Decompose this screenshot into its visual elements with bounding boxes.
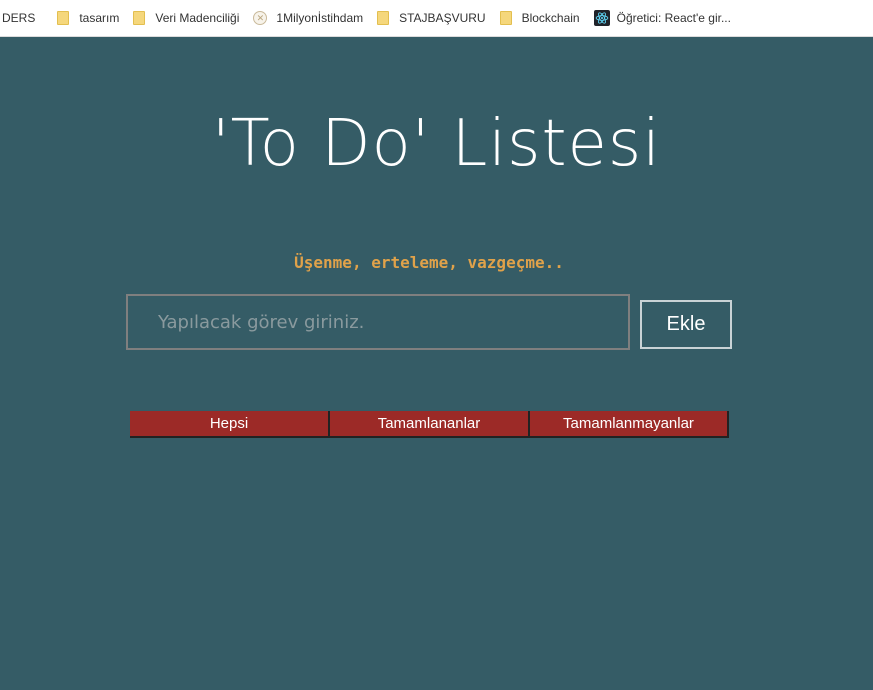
add-button[interactable]: Ekle (640, 300, 732, 349)
folder-icon (57, 11, 70, 25)
bookmark-blockchain[interactable]: Blockchain (494, 6, 586, 30)
filter-all-button[interactable]: Hepsi (130, 411, 330, 438)
bookmark-label: tasarım (79, 11, 120, 25)
site-icon: ✕ (253, 11, 268, 25)
page-title: 'To Do' Listesi (211, 107, 662, 181)
task-input[interactable] (126, 294, 630, 350)
motto-text: Üşenme, erteleme, vazgeçme.. (294, 253, 564, 272)
bookmark-ders[interactable]: DERS (0, 6, 41, 30)
bookmarks-bar: DERS tasarım Veri Madenciliği ✕ 1Milyonİ… (0, 0, 873, 37)
folder-icon (377, 11, 390, 25)
filter-completed-button[interactable]: Tamamlananlar (330, 411, 530, 438)
bookmark-react-tutorial[interactable]: Öğretici: React'e gir... (588, 6, 737, 30)
react-icon (593, 10, 610, 26)
folder-icon (133, 11, 146, 25)
folder-icon (499, 11, 512, 25)
bookmark-1milyonistihdam[interactable]: ✕ 1Milyonİstihdam (247, 6, 369, 30)
todo-app: 'To Do' Listesi Üşenme, erteleme, vazgeç… (0, 37, 873, 690)
bookmark-label: DERS (2, 11, 36, 25)
bookmark-label: STAJBAŞVURU (399, 11, 486, 25)
bookmark-tasarim[interactable]: tasarım (51, 6, 125, 30)
bookmark-stajbasvuru[interactable]: STAJBAŞVURU (371, 6, 491, 30)
bookmark-veri-madenciligi[interactable]: Veri Madenciliği (127, 6, 245, 30)
filter-incomplete-button[interactable]: Tamamlanmayanlar (530, 411, 729, 438)
filter-bar: Hepsi Tamamlananlar Tamamlanmayanlar (130, 411, 729, 438)
bookmark-label: 1Milyonİstihdam (276, 11, 364, 25)
bookmark-label: Veri Madenciliği (155, 11, 240, 25)
bookmark-label: Blockchain (521, 11, 580, 25)
bookmark-label: Öğretici: React'e gir... (616, 11, 731, 25)
